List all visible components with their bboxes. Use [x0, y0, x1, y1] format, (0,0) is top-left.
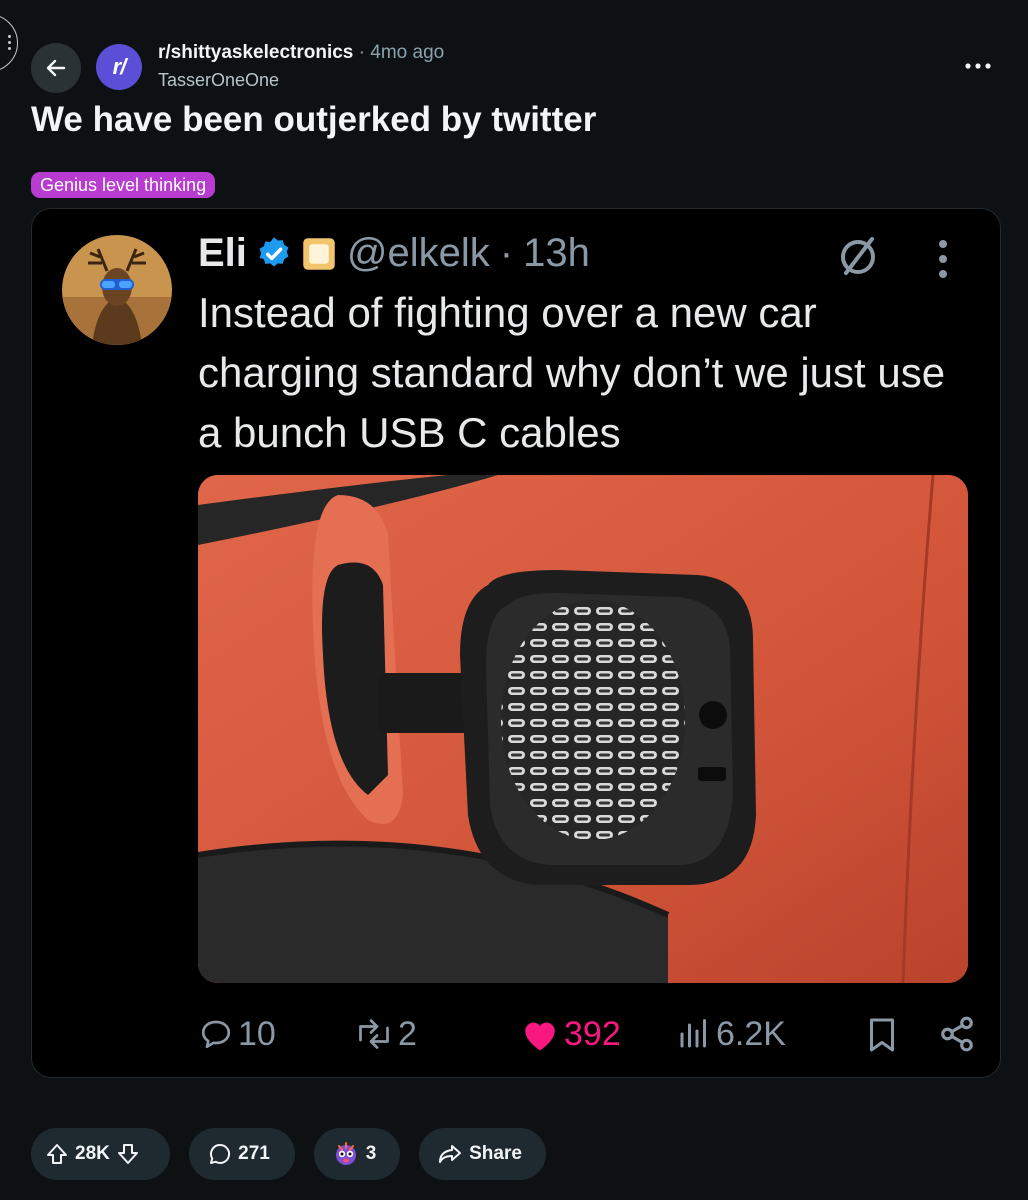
tweet-like-count: 392: [564, 1014, 621, 1053]
share-arrow-icon: [439, 1145, 462, 1163]
post-image[interactable]: Eli @elkelk · 13h Instead of fighting ov…: [31, 208, 1001, 1078]
author-link[interactable]: TasserOneOne: [158, 70, 279, 91]
more-horizontal-icon: [965, 63, 991, 69]
tweet-avatar: [62, 235, 172, 345]
tweet-text: Instead of fighting over a new car charg…: [198, 289, 946, 456]
tweet-handle: @elkelk: [346, 231, 490, 275]
post-time: 4mo ago: [370, 42, 445, 63]
share-label: Share: [469, 1143, 522, 1164]
tweet-retweet-count: 2: [398, 1014, 417, 1053]
upvote-icon[interactable]: [45, 1142, 69, 1166]
bookmark-icon: [870, 1018, 894, 1052]
comment-icon: [210, 1143, 231, 1164]
tweet-reply: 10: [198, 1009, 276, 1059]
share-nodes-icon: [941, 1016, 973, 1052]
views-icon: [680, 1019, 706, 1048]
kebab-vertical-icon: [939, 240, 947, 278]
post-meta: r/shittyaskelectronics · 4mo ago: [158, 42, 444, 64]
subreddit-avatar[interactable]: r/: [96, 44, 142, 90]
more-options-button[interactable]: [958, 56, 998, 76]
retweet-icon: [359, 1019, 389, 1049]
corner-menu-icon[interactable]: [0, 14, 18, 72]
tweet-like: 392: [520, 1009, 621, 1059]
vote-pill: 28K: [31, 1128, 170, 1180]
share-button[interactable]: Share: [419, 1128, 546, 1180]
tweet-views: 6.2K: [676, 1009, 786, 1059]
award-count: 3: [365, 1143, 377, 1164]
comments-button[interactable]: 271: [189, 1128, 295, 1180]
tweet-view-count: 6.2K: [716, 1014, 786, 1053]
tweet-photo: [198, 475, 968, 983]
tweet-separator: ·: [499, 231, 514, 275]
downvote-icon[interactable]: [116, 1142, 140, 1166]
post-title: We have been outjerked by twitter: [31, 100, 597, 139]
back-arrow-icon: [46, 59, 66, 77]
award-button[interactable]: 3: [314, 1128, 400, 1180]
tweet-reply-count: 10: [238, 1014, 276, 1053]
reply-icon: [201, 1020, 231, 1049]
post-flair[interactable]: Genius level thinking: [31, 172, 216, 198]
back-button[interactable]: [31, 43, 81, 93]
heart-icon: [525, 1022, 555, 1051]
meta-separator: ·: [358, 42, 365, 63]
tweet-retweet: 2: [354, 1009, 417, 1059]
comment-count: 271: [238, 1143, 270, 1164]
tweet-time: 13h: [523, 231, 590, 275]
affiliate-badge-icon: [303, 237, 335, 270]
tweet-display-name: Eli: [198, 231, 247, 275]
verified-badge-icon: [259, 236, 289, 267]
award-icon: [335, 1142, 356, 1165]
subreddit-link[interactable]: r/shittyaskelectronics: [158, 42, 353, 63]
tweet-actions: 10 2 392 6.2K: [198, 1009, 978, 1059]
vote-count: 28K: [75, 1143, 110, 1164]
no-follow-icon: [841, 237, 875, 275]
tweet-header: Eli @elkelk · 13h: [198, 231, 590, 276]
